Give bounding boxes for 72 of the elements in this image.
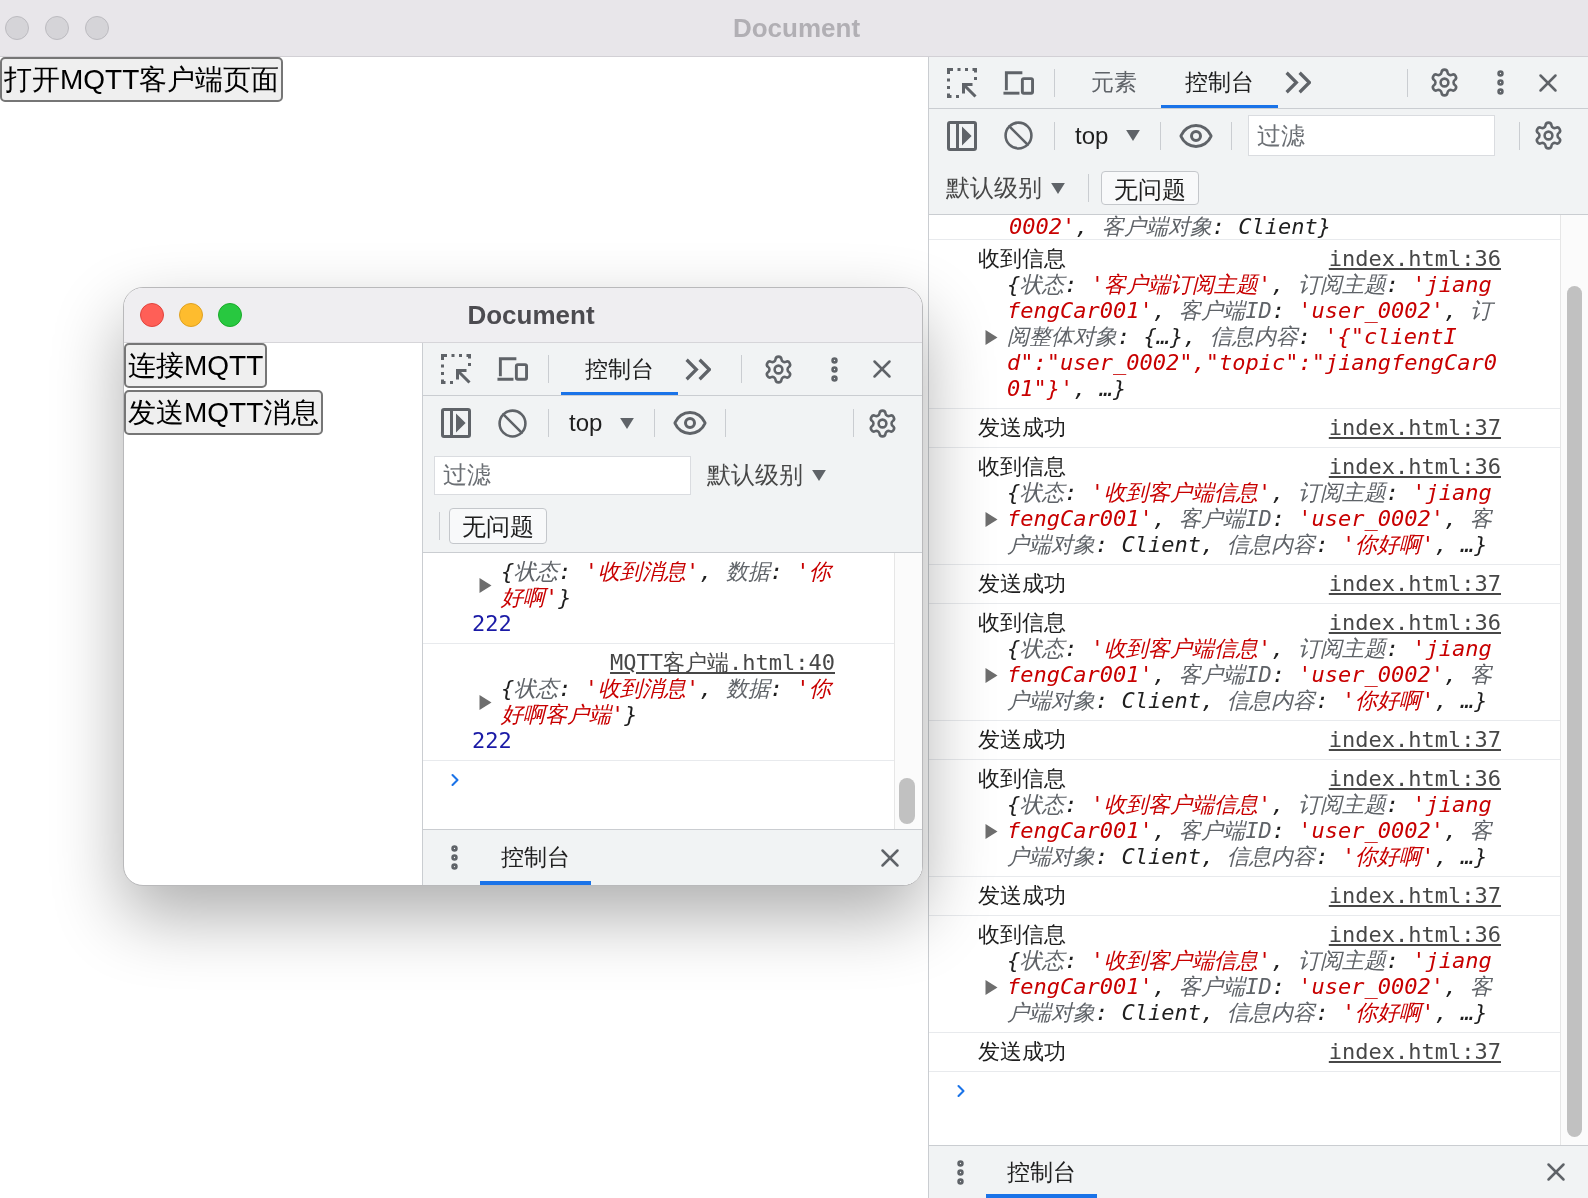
log-message: 收到信息 [978, 766, 1066, 792]
expand-triangle-icon[interactable] [479, 577, 492, 593]
scrollbar[interactable] [894, 553, 922, 829]
window-control-icon[interactable] [140, 303, 164, 327]
log-level-dropdown[interactable]: 默认级别 [707, 457, 826, 493]
object-preview: {状态: '收到客户端信息', 订阅主题: 'jiangfengCar001', 客户端ID: 'user_0002', 客户端对象: Client, 信息内容: '你好啊', …} [1007, 480, 1494, 558]
filter-field[interactable]: 过滤 [434, 455, 691, 495]
object-preview: {状态: '收到客户端信息', 订阅主题: 'jiangfengCar001', 客户端ID: 'user_0002', 客户端对象: Client, 信息内容: '你好啊', …} [1007, 792, 1494, 870]
devices-icon[interactable] [496, 357, 528, 381]
source-link[interactable]: index.html:36 [1328, 610, 1501, 636]
object-preview: 0002', 客户端对象: Client} [1009, 215, 1332, 239]
selection-arrow-icon[interactable] [947, 67, 977, 98]
sidebar-icon[interactable] [441, 408, 471, 438]
double-chevron-icon[interactable] [1285, 71, 1311, 94]
log-message: 收到信息 [978, 246, 1066, 272]
context-dropdown[interactable]: top [569, 405, 635, 441]
source-link[interactable]: index.html:36 [1328, 922, 1501, 948]
source-link[interactable]: index.html:37 [1328, 1039, 1501, 1065]
expand-triangle-icon[interactable] [479, 694, 492, 710]
object-preview: {状态: '收到消息', 数据: '你好啊'} [501, 559, 834, 611]
page-button[interactable]: 发送MQTT消息 [124, 390, 324, 435]
log-message: 发送成功 [978, 727, 1066, 753]
source-link[interactable]: index.html:37 [1328, 883, 1501, 909]
number-value: 222 [472, 728, 512, 754]
object-preview: {状态: '收到消息', 数据: '你好啊客户端'} [501, 676, 834, 728]
source-link[interactable]: index.html:36 [1328, 766, 1501, 792]
devices-icon[interactable] [1002, 70, 1034, 95]
drawer-tab[interactable]: 控制台 [480, 830, 591, 885]
expand-triangle-icon[interactable] [985, 667, 998, 683]
expand-triangle-icon[interactable] [985, 979, 998, 995]
filter-field[interactable]: 过滤 [1248, 115, 1496, 156]
log-message: 发送成功 [978, 415, 1066, 441]
source-link[interactable]: index.html:37 [1328, 415, 1501, 441]
log-message: 发送成功 [978, 571, 1066, 597]
object-preview: {状态: '客户端订阅主题', 订阅主题: 'jiangfengCar001', 客户端ID: 'user_0002', 订阅整体对象: {…}, 信息内容: '{"clientId":"user_0002","topic":"jiangfengCar001"}', …} [1007, 272, 1499, 402]
source-link[interactable]: index.html:37 [1328, 571, 1501, 597]
source-link[interactable]: index.html:37 [1328, 727, 1501, 753]
issues-button[interactable]: 无问题 [449, 508, 547, 544]
selection-arrow-icon[interactable] [441, 354, 471, 384]
log-level-dropdown[interactable]: 默认级别 [946, 170, 1065, 206]
expand-triangle-icon[interactable] [985, 823, 998, 839]
page-button[interactable]: 打开MQTT客户端页面 [0, 57, 284, 102]
prohibited-icon[interactable] [496, 407, 528, 439]
prohibited-icon[interactable] [1002, 120, 1034, 151]
source-link[interactable]: MQTT客户端.html:40 [610, 650, 835, 676]
window-title: Document [467, 298, 595, 332]
scrollbar-thumb[interactable] [899, 778, 915, 824]
caret-icon [812, 469, 826, 481]
expand-triangle-icon[interactable] [985, 329, 998, 345]
source-link[interactable]: index.html:36 [1328, 246, 1501, 272]
sidebar-icon[interactable] [947, 120, 977, 151]
log-message: 收到信息 [978, 454, 1066, 480]
panel-tab[interactable]: 元素 [1067, 57, 1161, 108]
caret-icon [620, 417, 635, 429]
object-preview: {状态: '收到客户端信息', 订阅主题: 'jiangfengCar001', 客户端ID: 'user_0002', 客户端对象: Client, 信息内容: '你好啊', …} [1007, 636, 1494, 714]
page-button[interactable]: 连接MQTT [124, 343, 268, 388]
number-value: 222 [472, 611, 512, 637]
log-message: 发送成功 [978, 1039, 1066, 1065]
object-preview: {状态: '收到客户端信息', 订阅主题: 'jiangfengCar001', 客户端ID: 'user_0002', 客户端对象: Client, 信息内容: '你好啊', …} [1007, 948, 1494, 1026]
drawer-tab[interactable]: 控制台 [986, 1146, 1097, 1198]
log-message: 收到信息 [978, 922, 1066, 948]
expand-triangle-icon[interactable] [985, 511, 998, 527]
scrollbar[interactable] [1560, 215, 1588, 1145]
double-chevron-icon[interactable] [685, 357, 711, 381]
caret-icon [1126, 130, 1141, 141]
caret-icon [1051, 182, 1065, 194]
scrollbar-thumb[interactable] [1567, 286, 1582, 1137]
log-message: 发送成功 [978, 883, 1066, 909]
context-dropdown[interactable]: top [1075, 117, 1141, 154]
log-message: 收到信息 [978, 610, 1066, 636]
source-link[interactable]: index.html:36 [1328, 454, 1501, 480]
issues-button[interactable]: 无问题 [1101, 171, 1199, 205]
